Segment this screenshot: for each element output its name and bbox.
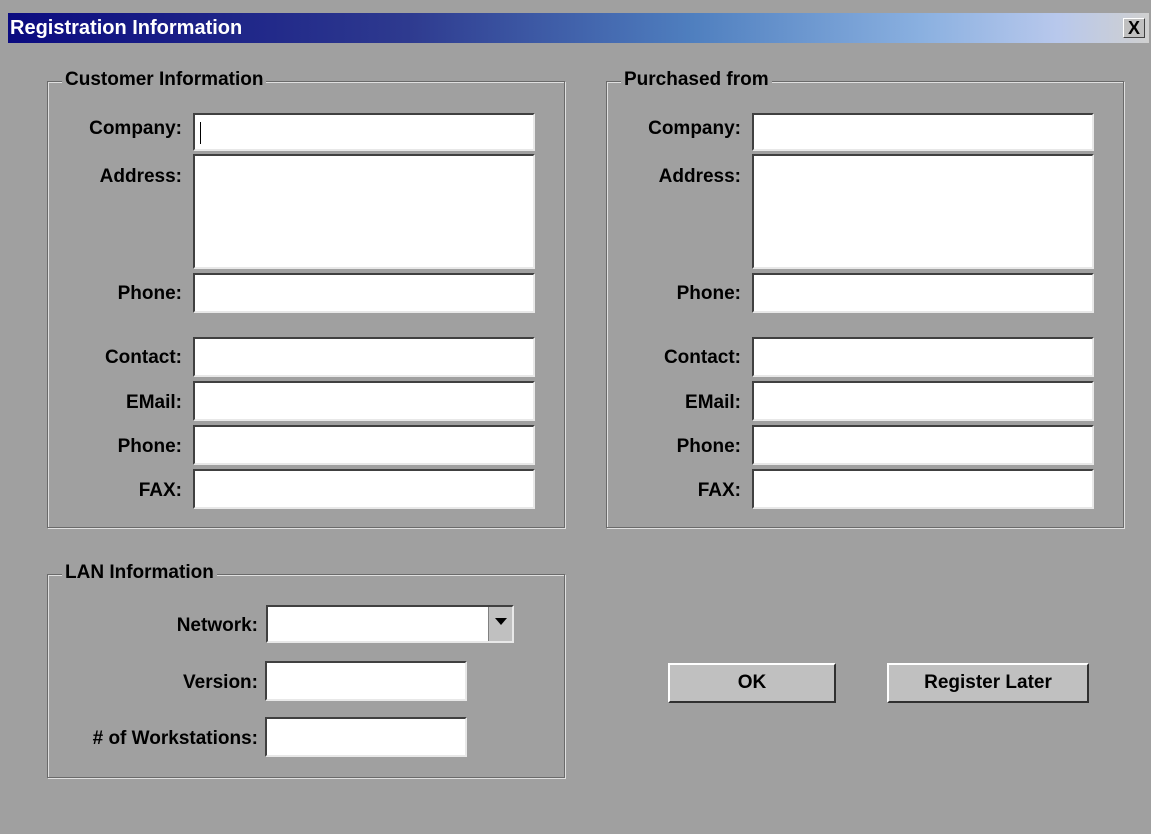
- customer-fax-field[interactable]: [193, 469, 535, 509]
- lan-group-title: LAN Information: [62, 562, 217, 584]
- customer-phone-label: Phone:: [117, 283, 182, 304]
- text-caret: [200, 122, 201, 144]
- customer-address-field[interactable]: [193, 154, 535, 269]
- purchased-address-label: Address:: [658, 166, 741, 187]
- purchased-contact-field[interactable]: [752, 337, 1094, 377]
- customer-address-label: Address:: [99, 166, 182, 187]
- customer-company-label: Company:: [89, 118, 182, 139]
- purchased-address-field[interactable]: [752, 154, 1094, 269]
- purchased-fax-label: FAX:: [697, 480, 741, 501]
- purchased-phone-label: Phone:: [676, 283, 741, 304]
- close-button[interactable]: X: [1123, 18, 1145, 38]
- version-field[interactable]: [265, 661, 467, 701]
- purchased-company-label: Company:: [648, 118, 741, 139]
- purchased-contact-label: Contact:: [663, 347, 741, 368]
- customer-contact-field[interactable]: [193, 337, 535, 377]
- purchased-group-title: Purchased from: [621, 69, 772, 91]
- ok-button[interactable]: OK: [668, 663, 836, 703]
- customer-fax-label: FAX:: [138, 480, 182, 501]
- purchased-phone2-label: Phone:: [676, 436, 741, 457]
- workstations-label: # of Workstations:: [92, 728, 258, 749]
- purchased-email-field[interactable]: [752, 381, 1094, 421]
- customer-group-title: Customer Information: [62, 69, 267, 91]
- network-label: Network:: [176, 615, 258, 636]
- register-later-button[interactable]: Register Later: [887, 663, 1089, 703]
- registration-dialog: Registration Information X Customer Info…: [0, 0, 1151, 834]
- customer-contact-label: Contact:: [104, 347, 182, 368]
- customer-phone2-label: Phone:: [117, 436, 182, 457]
- title-bar[interactable]: Registration Information X: [8, 13, 1149, 43]
- version-label: Version:: [183, 672, 258, 693]
- customer-email-label: EMail:: [126, 392, 182, 413]
- dialog-title: Registration Information: [10, 17, 243, 39]
- customer-email-field[interactable]: [193, 381, 535, 421]
- purchased-company-field[interactable]: [752, 113, 1094, 151]
- customer-company-field[interactable]: [193, 113, 535, 151]
- purchased-phone2-field[interactable]: [752, 425, 1094, 465]
- network-dropdown[interactable]: [266, 605, 514, 643]
- workstations-field[interactable]: [265, 717, 467, 757]
- purchased-email-label: EMail:: [685, 392, 741, 413]
- dropdown-arrow-button[interactable]: [488, 607, 512, 641]
- purchased-phone-field[interactable]: [752, 273, 1094, 313]
- customer-phone2-field[interactable]: [193, 425, 535, 465]
- purchased-fax-field[interactable]: [752, 469, 1094, 509]
- customer-phone-field[interactable]: [193, 273, 535, 313]
- chevron-down-icon: [495, 618, 507, 625]
